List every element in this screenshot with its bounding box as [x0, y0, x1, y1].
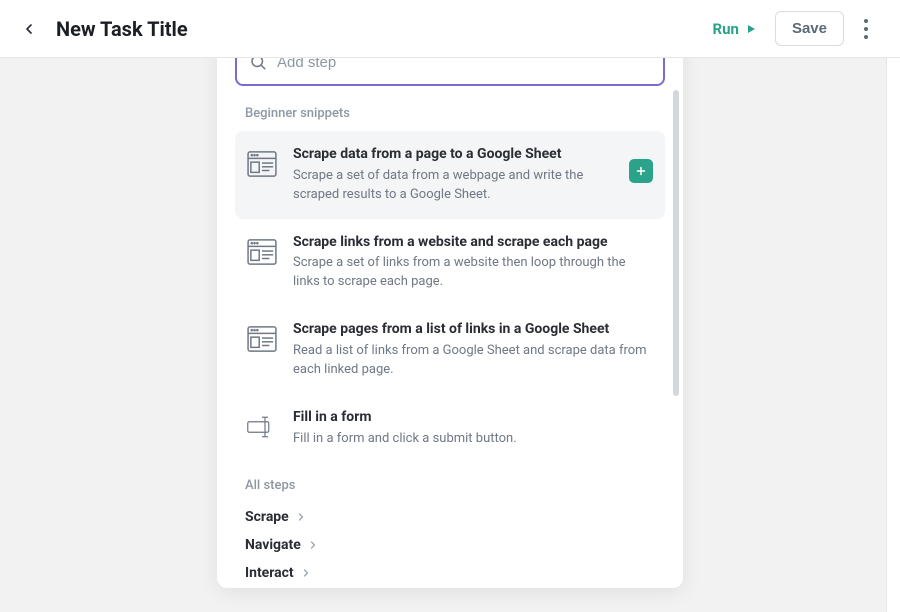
snippet-title: Scrape data from a page to a Google Shee…	[293, 145, 613, 164]
browser-icon	[247, 149, 277, 179]
snippet-title: Scrape pages from a list of links in a G…	[293, 320, 653, 339]
chevron-right-icon	[295, 511, 307, 523]
run-button[interactable]: Run	[703, 14, 767, 44]
chevron-right-icon	[307, 539, 319, 551]
step-category-label: Interact	[245, 565, 294, 581]
snippet-description: Fill in a form and click a submit button…	[293, 430, 653, 449]
all-steps-label: All steps	[245, 478, 655, 493]
step-category[interactable]: Navigate	[235, 531, 665, 559]
chevron-left-icon	[21, 21, 37, 37]
panel-scrollbar[interactable]	[673, 90, 679, 396]
back-button[interactable]	[18, 18, 40, 40]
add-step-panel: Beginner snippets Scrape data from a pag…	[217, 28, 683, 588]
page-title[interactable]: New Task Title	[56, 17, 188, 41]
step-category-label: Scrape	[245, 509, 289, 525]
chevron-right-icon	[300, 567, 312, 579]
snippet-body: Scrape data from a page to a Google Shee…	[293, 145, 613, 205]
snippet-body: Scrape pages from a list of links in a G…	[293, 320, 653, 380]
step-category[interactable]: Interact	[235, 559, 665, 587]
form-icon	[247, 412, 277, 442]
step-category[interactable]: Spreadsheet	[235, 587, 665, 588]
snippet-title: Scrape links from a website and scrape e…	[293, 233, 653, 252]
play-icon	[745, 23, 757, 35]
step-category-label: Navigate	[245, 537, 301, 553]
run-label: Run	[713, 20, 739, 38]
more-menu-button[interactable]	[854, 11, 878, 47]
snippet-description: Scrape a set of links from a website the…	[293, 254, 653, 292]
snippet-title: Fill in a form	[293, 408, 653, 427]
browser-icon	[247, 324, 277, 354]
snippet-body: Fill in a form Fill in a form and click a…	[293, 408, 653, 449]
snippet-description: Read a list of links from a Google Sheet…	[293, 342, 653, 380]
snippet-item[interactable]: Scrape pages from a list of links in a G…	[235, 306, 665, 394]
page-scrollbar-track[interactable]	[886, 0, 900, 612]
save-button[interactable]: Save	[775, 11, 844, 46]
step-category[interactable]: Scrape	[235, 503, 665, 531]
browser-icon	[247, 237, 277, 267]
kebab-icon	[864, 17, 868, 41]
snippet-description: Scrape a set of data from a webpage and …	[293, 167, 613, 205]
beginner-snippets-label: Beginner snippets	[245, 106, 655, 121]
snippet-item[interactable]: Scrape data from a page to a Google Shee…	[235, 131, 665, 219]
snippet-body: Scrape links from a website and scrape e…	[293, 233, 653, 293]
snippet-item[interactable]: Scrape links from a website and scrape e…	[235, 219, 665, 307]
app-header: New Task Title Run Save	[0, 0, 900, 58]
plus-icon	[635, 165, 647, 177]
add-snippet-button[interactable]	[629, 159, 653, 183]
snippet-item[interactable]: Fill in a form Fill in a form and click a…	[235, 394, 665, 463]
